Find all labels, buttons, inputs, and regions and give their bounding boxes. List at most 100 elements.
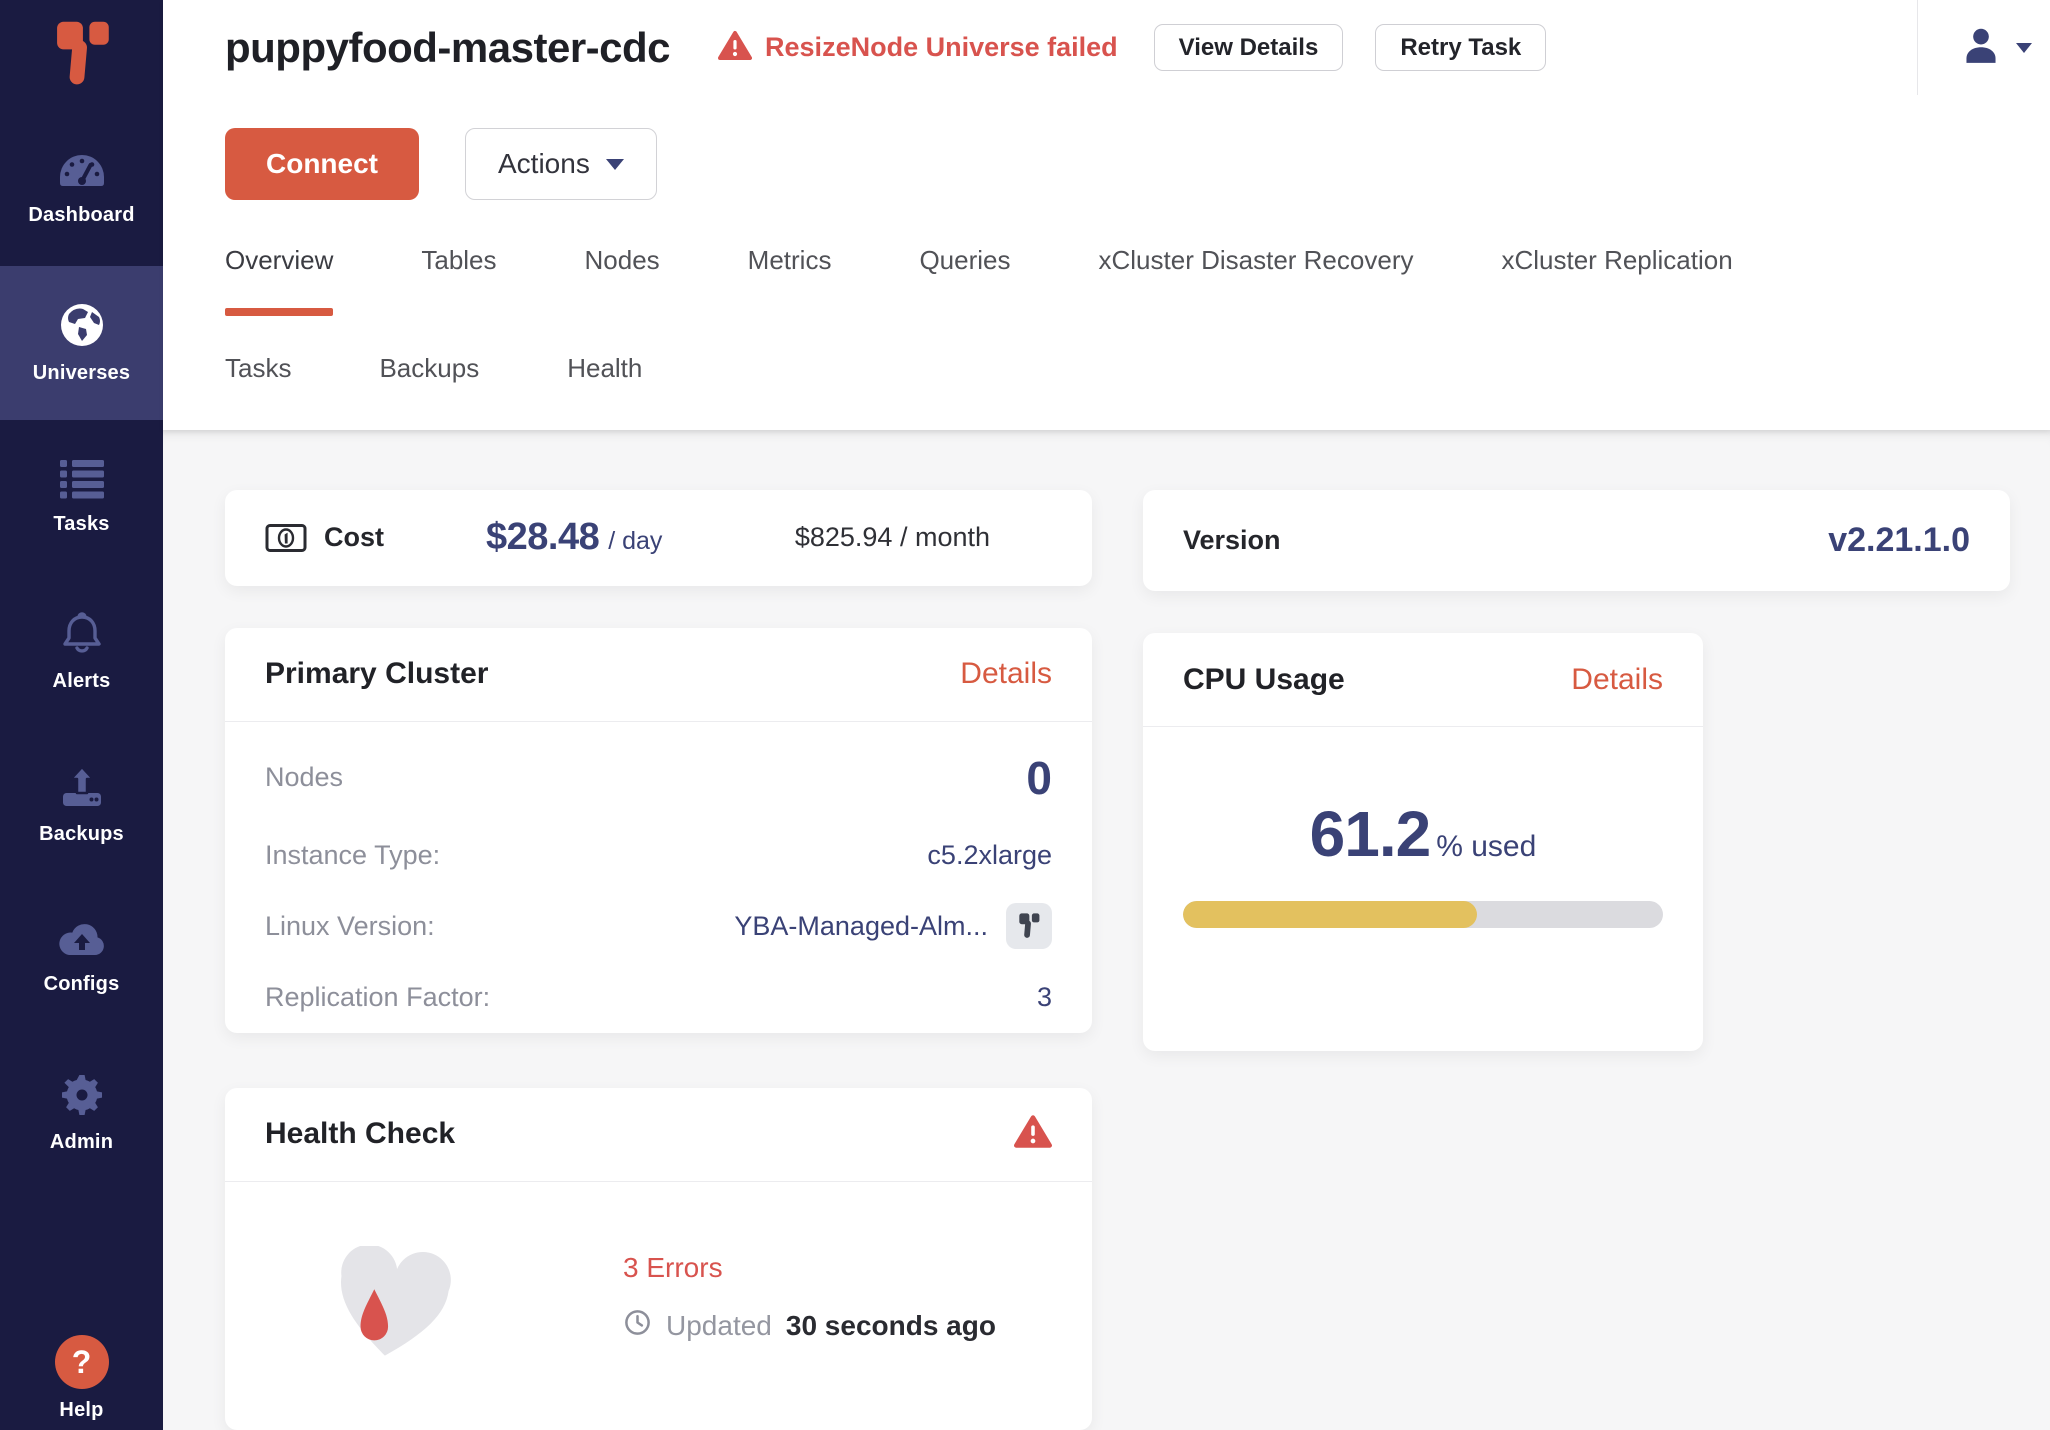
error-message: ResizeNode Universe failed — [765, 32, 1118, 63]
heart-with-drop-icon — [328, 1246, 456, 1369]
tab-tasks[interactable]: Tasks — [225, 353, 291, 384]
clock-icon — [623, 1308, 652, 1344]
tab-tables[interactable]: Tables — [421, 245, 496, 316]
gear-icon — [60, 1073, 104, 1117]
health-errors-link[interactable]: 3 Errors — [623, 1252, 723, 1284]
sidebar-nav: Dashboard Universes — [0, 112, 163, 1190]
sidebar-item-label: Backups — [39, 823, 124, 846]
health-check-body: 3 Errors Updated 30 seconds ago — [225, 1182, 1092, 1369]
globe-icon — [59, 302, 105, 348]
sidebar-item-backups[interactable]: Backups — [0, 728, 163, 882]
tab-nodes[interactable]: Nodes — [585, 245, 660, 316]
version-card: Version v2.21.1.0 — [1143, 490, 2010, 591]
cluster-row-instance-type: Instance Type: c5.2xlarge — [265, 820, 1052, 891]
main-area: puppyfood-master-cdc ResizeNode Universe… — [163, 0, 2050, 1430]
yba-app: Dashboard Universes — [0, 0, 2050, 1430]
chevron-down-icon — [2016, 43, 2032, 53]
row-value-with-badge: YBA-Managed-Alm... — [734, 903, 1052, 949]
universe-tabs-row2: Tasks Backups Health — [225, 353, 2050, 430]
sidebar-item-label: Dashboard — [28, 204, 134, 227]
overview-content: Cost $28.48 / day $825.94 / month Primar… — [163, 430, 2050, 1430]
primary-cluster-body: Nodes 0 Instance Type: c5.2xlarge Linux … — [225, 722, 1092, 1033]
sidebar-item-configs[interactable]: Configs — [0, 882, 163, 1036]
tab-queries[interactable]: Queries — [919, 245, 1010, 316]
yugabyte-badge-icon[interactable] — [1006, 903, 1052, 949]
retry-task-button[interactable]: Retry Task — [1375, 24, 1546, 71]
content-right-column: Version v2.21.1.0 CPU Usage Details 61.2… — [1143, 490, 2010, 1430]
universe-tabs-row1: Overview Tables Nodes Metrics Queries xC… — [225, 245, 2050, 316]
sidebar-item-label: Help — [59, 1399, 103, 1422]
help-glyph: ? — [72, 1344, 92, 1381]
row-label: Nodes — [265, 762, 343, 793]
action-row: Connect Actions — [225, 128, 2050, 200]
cost-daily: $28.48 / day — [486, 516, 662, 559]
cloud-upload-icon — [57, 923, 107, 959]
actions-label: Actions — [498, 148, 590, 180]
health-check-header: Health Check — [225, 1088, 1092, 1181]
user-menu[interactable] — [1917, 0, 2050, 95]
primary-cluster-card: Primary Cluster Details Nodes 0 Instance… — [225, 628, 1092, 1033]
cost-daily-unit: / day — [608, 527, 662, 556]
connect-button[interactable]: Connect — [225, 128, 419, 200]
tab-xcluster-disaster-recovery[interactable]: xCluster Disaster Recovery — [1099, 245, 1414, 316]
cpu-usage-header: CPU Usage Details — [1143, 633, 1703, 726]
health-check-title: Health Check — [265, 1117, 455, 1151]
row-label: Replication Factor: — [265, 982, 490, 1013]
row-label: Linux Version: — [265, 911, 435, 942]
tab-metrics[interactable]: Metrics — [748, 245, 832, 316]
tab-overview[interactable]: Overview — [225, 245, 333, 316]
row-value: 0 — [1026, 751, 1052, 805]
health-status-text: 3 Errors Updated 30 seconds ago — [623, 1246, 996, 1344]
user-avatar-icon — [1962, 26, 2000, 69]
row-label: Instance Type: — [265, 840, 440, 871]
cpu-progress-fill — [1183, 901, 1477, 928]
primary-cluster-header: Primary Cluster Details — [225, 628, 1092, 721]
help-icon: ? — [55, 1335, 109, 1389]
primary-cluster-details-link[interactable]: Details — [960, 657, 1052, 691]
cpu-progress-bar — [1183, 901, 1663, 928]
sidebar-item-dashboard[interactable]: Dashboard — [0, 112, 163, 266]
cluster-row-nodes: Nodes 0 — [265, 736, 1052, 820]
cpu-percent-value: 61.2 — [1310, 797, 1431, 871]
updated-prefix: Updated — [666, 1310, 772, 1342]
version-title: Version — [1183, 525, 1281, 556]
tab-xcluster-replication[interactable]: xCluster Replication — [1501, 245, 1732, 316]
cpu-usage-details-link[interactable]: Details — [1571, 663, 1663, 697]
sidebar-item-tasks[interactable]: Tasks — [0, 420, 163, 574]
cpu-usage-card: CPU Usage Details 61.2 % used — [1143, 633, 1703, 1051]
cluster-row-replication-factor: Replication Factor: 3 — [265, 962, 1052, 1033]
sidebar-item-help[interactable]: ? Help — [0, 1335, 163, 1422]
yugabyte-logo-icon — [51, 18, 113, 95]
actions-button[interactable]: Actions — [465, 128, 657, 200]
sidebar-item-label: Tasks — [53, 513, 109, 536]
cost-daily-amount: $28.48 — [486, 516, 599, 559]
title-row: puppyfood-master-cdc ResizeNode Universe… — [225, 0, 2050, 95]
row-value: c5.2xlarge — [927, 840, 1052, 871]
health-updated-row: Updated 30 seconds ago — [623, 1308, 996, 1344]
view-details-button[interactable]: View Details — [1154, 24, 1344, 71]
universe-header: puppyfood-master-cdc ResizeNode Universe… — [163, 0, 2050, 430]
sidebar-item-label: Alerts — [53, 670, 111, 693]
gauge-icon — [57, 152, 107, 190]
content-left-column: Cost $28.48 / day $825.94 / month Primar… — [225, 490, 1092, 1430]
cpu-percent: 61.2 % used — [1183, 797, 1663, 871]
sidebar: Dashboard Universes — [0, 0, 163, 1430]
cpu-percent-suffix: % used — [1436, 830, 1536, 864]
sidebar-item-label: Universes — [33, 362, 130, 385]
row-value: YBA-Managed-Alm... — [734, 911, 988, 942]
tab-backups[interactable]: Backups — [379, 353, 479, 384]
cpu-usage-title: CPU Usage — [1183, 663, 1345, 697]
warning-icon — [1014, 1114, 1052, 1154]
version-value: v2.21.1.0 — [1828, 521, 1970, 560]
sidebar-item-label: Admin — [50, 1131, 113, 1154]
tab-health[interactable]: Health — [567, 353, 642, 384]
sidebar-item-alerts[interactable]: Alerts — [0, 574, 163, 728]
cost-monthly: $825.94 / month — [795, 522, 990, 553]
warning-icon — [718, 30, 752, 66]
updated-value: 30 seconds ago — [786, 1310, 996, 1342]
health-check-card: Health Check — [225, 1088, 1092, 1430]
yugabyte-logo[interactable] — [0, 0, 163, 112]
sidebar-item-admin[interactable]: Admin — [0, 1036, 163, 1190]
sidebar-item-universes[interactable]: Universes — [0, 266, 163, 420]
bell-icon — [59, 610, 105, 656]
